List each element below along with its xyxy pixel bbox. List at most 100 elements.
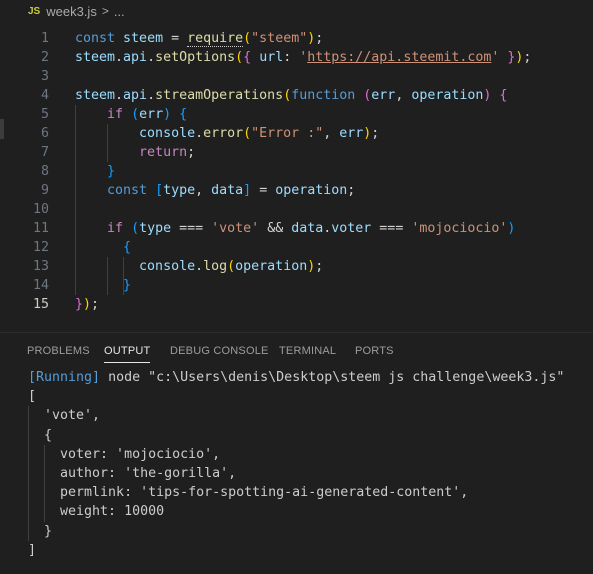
line-number: 1 [40,31,49,46]
code-token: ; [315,31,324,46]
code-token: ( [235,50,244,65]
code-token: && [259,221,292,236]
code-line[interactable]: 7 return; [0,143,593,162]
code-token: data [211,183,244,198]
code-token: ; [371,126,380,141]
code-token: voter [331,221,372,236]
code-token: type [163,183,196,198]
code-line[interactable]: 15}); [0,295,593,314]
code-line[interactable]: 9 const [type, data] = operation; [0,181,593,200]
code-token: operation [235,259,308,274]
code-token: === [171,221,212,236]
code-line[interactable]: 6 console.error("Error :", err); [0,124,593,143]
line-number: 3 [40,69,49,84]
code-token: function [291,88,364,103]
indent-guide [28,406,29,541]
run-command: node "c:\Users\denis\Desktop\steem js ch… [100,370,565,385]
code-token: streamOperations [155,88,284,103]
code-line[interactable]: 1 const steem = require("steem"); [0,29,593,48]
code-line[interactable]: 5 if (err) { [0,105,593,124]
code-text: } [75,276,131,295]
code-text: steem.api.setOptions({ url: 'https://api… [75,48,531,67]
code-token: error [203,126,244,141]
code-token: "steem" [251,31,308,46]
code-token: log [203,259,228,274]
code-line[interactable]: 14 } [0,276,593,295]
code-token: } [75,297,84,312]
tab-ports[interactable]: PORTS [355,345,394,357]
code-token: } [107,164,116,179]
tab-terminal[interactable]: TERMINAL [279,345,336,357]
code-token: https://api.steemit.com [307,50,492,65]
code-token: ; [91,297,100,312]
tab-output[interactable]: OUTPUT [104,345,151,363]
code-token: = [163,31,188,46]
code-token: 'vote' [211,221,260,236]
breadcrumb: JS week3.js > ... [0,0,593,22]
code-token: ) [507,221,516,236]
code-line[interactable]: 11 if (type === 'vote' && data.voter ===… [0,219,593,238]
code-line[interactable]: 12 { [0,238,593,257]
output-line: 'vote', [28,408,101,424]
output-panel: [Running] node "c:\Users\denis\Desktop\s… [28,368,588,560]
code-text: console.log(operation); [75,257,323,276]
code-token: } [499,50,516,65]
chevron-right-icon: > [101,4,109,18]
output-line: author: 'the-gorilla', [28,465,237,481]
line-number: 12 [32,240,49,255]
code-text: return; [75,143,195,162]
tab-problems[interactable]: PROBLEMS [27,345,90,357]
code-token: ( [131,221,140,236]
code-line[interactable]: 3 [0,67,593,86]
code-token: console [139,259,196,274]
code-token: type [139,221,172,236]
breadcrumb-symbols[interactable]: ... [114,4,125,19]
code-token: data [291,221,324,236]
code-line[interactable]: 13 console.log(operation); [0,257,593,276]
code-token: . [147,88,156,103]
code-token: } [123,278,132,293]
code-token: setOptions [155,50,236,65]
breadcrumb-file[interactable]: week3.js [46,4,97,19]
line-number: 11 [32,221,49,236]
code-token: { [123,240,132,255]
code-token: , [395,88,412,103]
output-running-line: [Running] node "c:\Users\denis\Desktop\s… [28,368,588,387]
code-text: { [75,238,131,257]
javascript-file-icon: JS [28,5,41,17]
code-line[interactable]: 10 [0,200,593,219]
code-token: err [139,107,164,122]
output-line: voter: 'mojociocio', [28,446,221,462]
code-token: err [339,126,364,141]
code-text: steem.api.streamOperations(function (err… [75,86,507,105]
tab-debug-console[interactable]: DEBUG CONSOLE [170,345,269,357]
output-line: weight: 10000 [28,504,165,520]
code-token: api [123,88,148,103]
panel-tab-bar: PROBLEMS OUTPUT DEBUG CONSOLE TERMINAL PORTS [0,340,593,366]
code-text: if (err) { [75,105,187,124]
code-line[interactable]: 8 } [0,162,593,181]
output-line: { [28,427,53,443]
code-text: if (type === 'vote' && data.voter === 'm… [75,219,515,238]
code-token: { [491,88,508,103]
code-token: steem [75,88,116,103]
code-token: ; [187,145,196,160]
code-text: }); [75,295,99,314]
code-token: const [107,183,156,198]
code-token: steem [75,50,116,65]
code-token: api [123,50,148,65]
output-line: permlink: 'tips-for-spotting-ai-generate… [28,485,469,501]
code-line[interactable]: 4 steem.api.streamOperations(function (er… [0,86,593,105]
code-editor[interactable]: 1 const steem = require("steem"); 2 steem.a… [0,29,593,329]
code-line[interactable]: 2 steem.api.setOptions({ url: 'https://ap… [0,48,593,67]
code-token: steem [123,31,164,46]
code-token: if [107,221,132,236]
code-token: 'mojociocio' [411,221,508,236]
line-number: 10 [32,202,49,217]
